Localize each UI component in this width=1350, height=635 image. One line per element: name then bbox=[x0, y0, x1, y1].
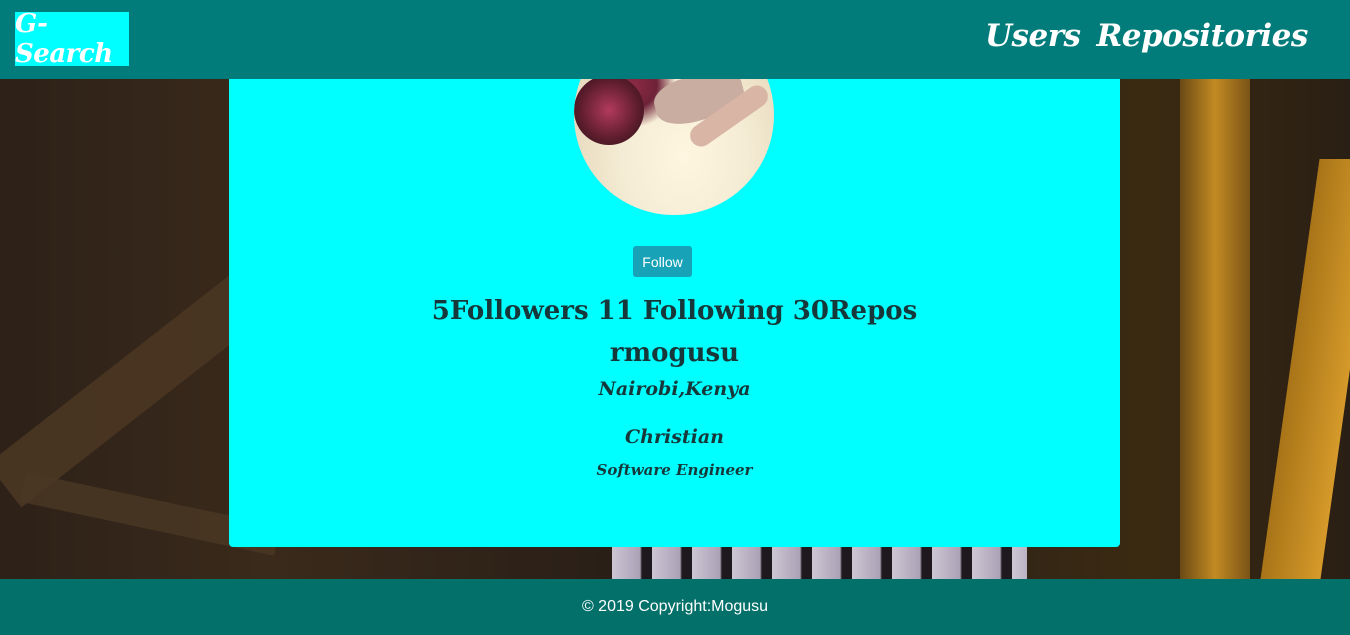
nav-link-users[interactable]: Users bbox=[985, 18, 1081, 54]
brand-logo[interactable]: G-Search bbox=[15, 9, 129, 69]
footer: © 2019 Copyright:Mogusu bbox=[0, 579, 1350, 635]
navbar: G-Search Users Repositories bbox=[0, 0, 1350, 79]
nav-link-repositories[interactable]: Repositories bbox=[1097, 18, 1309, 54]
background-beam bbox=[1180, 79, 1250, 579]
stained-glass-window bbox=[612, 544, 1027, 579]
profile-stats: 5Followers 11 Following 30Repos bbox=[431, 296, 918, 326]
avatar-detail bbox=[574, 75, 644, 145]
copyright-text: © 2019 Copyright:Mogusu bbox=[581, 598, 769, 615]
profile-name: Christian bbox=[625, 426, 724, 448]
background-beam bbox=[1260, 159, 1350, 579]
profile-location: Nairobi,Kenya bbox=[598, 378, 751, 400]
profile-card: Follow 5Followers 11 Following 30Repos r… bbox=[229, 15, 1120, 547]
profile-username: rmogusu bbox=[609, 338, 740, 368]
follow-button[interactable]: Follow bbox=[633, 246, 692, 277]
profile-bio: Software Engineer bbox=[596, 461, 753, 479]
nav-links: Users Repositories bbox=[985, 18, 1308, 54]
